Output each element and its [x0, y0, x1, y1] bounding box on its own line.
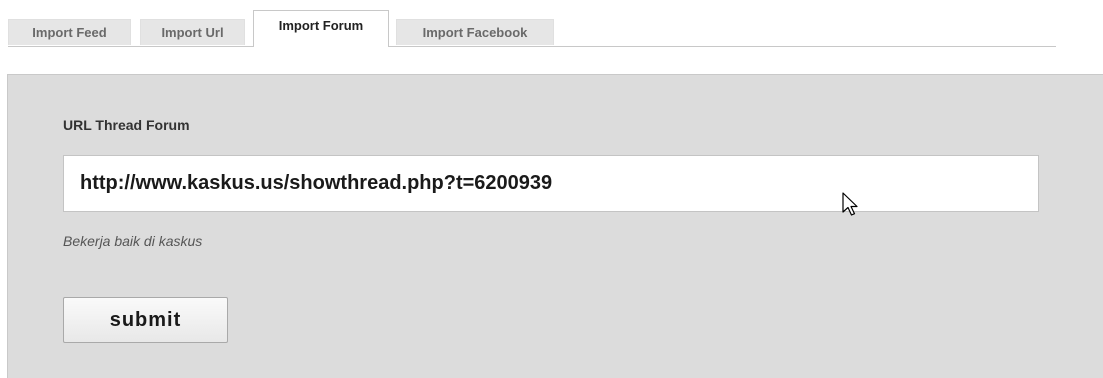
- url-thread-input[interactable]: [63, 155, 1039, 212]
- import-forum-panel: URL Thread Forum Bekerja baik di kaskus …: [7, 74, 1103, 378]
- tab-bar: Import Feed Import Url Import Forum Impo…: [8, 10, 1056, 47]
- url-field-label: URL Thread Forum: [63, 117, 190, 133]
- hint-text: Bekerja baik di kaskus: [63, 233, 203, 249]
- tab-import-facebook[interactable]: Import Facebook: [396, 19, 554, 45]
- tab-import-feed[interactable]: Import Feed: [8, 19, 131, 45]
- tab-import-url[interactable]: Import Url: [140, 19, 245, 45]
- mouse-pointer-icon: [842, 192, 858, 216]
- tab-import-forum[interactable]: Import Forum: [253, 10, 389, 47]
- submit-button[interactable]: submit: [63, 297, 228, 343]
